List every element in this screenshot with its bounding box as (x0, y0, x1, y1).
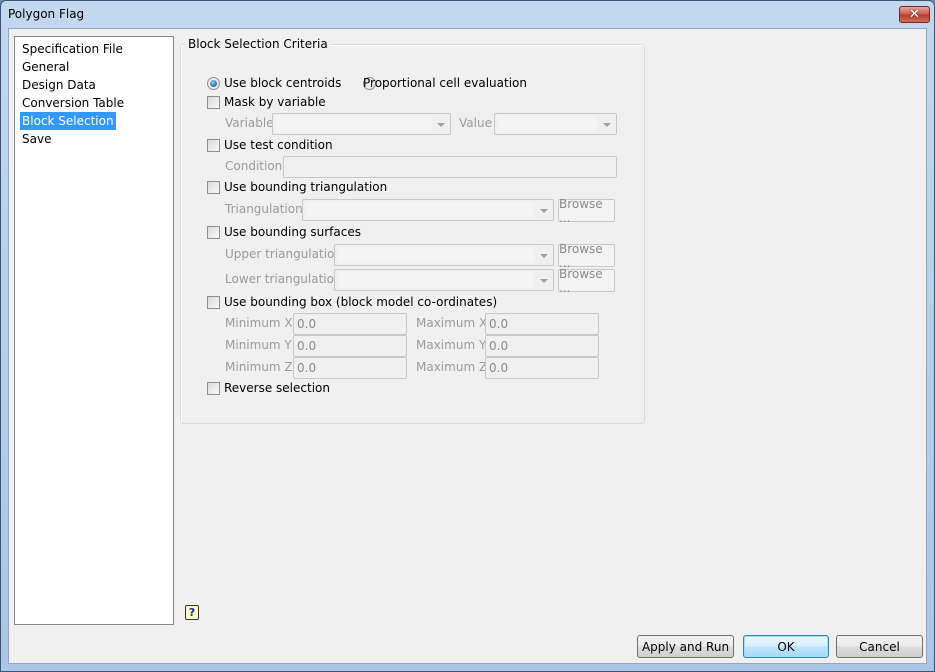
use-bounding-triangulation-checkbox[interactable] (207, 181, 220, 194)
upper-triangulation-label: Upper triangulation (225, 247, 342, 261)
value-value (497, 116, 598, 132)
upper-triangulation-value (337, 247, 535, 263)
minimum-z-label: Minimum Z (225, 360, 293, 374)
mask-by-variable-checkbox[interactable] (207, 96, 220, 109)
maximum-z-label: Maximum Z (416, 360, 488, 374)
close-button[interactable]: ✕ (899, 6, 930, 23)
use-bounding-triangulation-label[interactable]: Use bounding triangulation (224, 180, 387, 194)
maximum-y-input[interactable]: 0.0 (485, 335, 599, 357)
triangulation-value (305, 202, 535, 218)
upper-triangulation-browse-button[interactable]: Browse ... (558, 242, 615, 270)
title-bar[interactable]: Polygon Flag ✕ (1, 1, 934, 28)
page-list[interactable]: Specification File General Design Data C… (14, 36, 174, 625)
chevron-down-icon (540, 279, 548, 283)
maximum-z-input[interactable]: 0.0 (485, 357, 599, 379)
value-label: Value (459, 116, 492, 130)
nav-item-block-selection[interactable]: Block Selection (20, 112, 116, 130)
lower-triangulation-label: Lower triangulation (225, 272, 342, 286)
reverse-selection-label[interactable]: Reverse selection (224, 381, 330, 395)
lower-triangulation-dropdown[interactable] (334, 269, 554, 291)
variable-label: Variable (225, 116, 274, 130)
close-icon: ✕ (909, 7, 920, 22)
use-bounding-surfaces-label[interactable]: Use bounding surfaces (224, 225, 361, 239)
nav-item-specification-file[interactable]: Specification File (20, 40, 125, 58)
nav-item-conversion-table[interactable]: Conversion Table (20, 94, 126, 112)
minimum-y-label: Minimum Y (225, 338, 292, 352)
dialog-body: Specification File General Design Data C… (8, 28, 927, 664)
reverse-selection-checkbox[interactable] (207, 382, 220, 395)
condition-input[interactable] (283, 156, 617, 178)
minimum-x-input[interactable]: 0.0 (293, 313, 407, 335)
triangulation-browse-button[interactable]: Browse ... (558, 197, 615, 225)
radio-use-block-centroids[interactable] (207, 77, 220, 90)
use-bounding-box-label[interactable]: Use bounding box (block model co-ordinat… (224, 295, 497, 309)
lower-triangulation-value (337, 272, 535, 288)
variable-value (275, 116, 432, 132)
chevron-down-icon (540, 209, 548, 213)
value-dropdown[interactable] (494, 113, 617, 135)
nav-item-save[interactable]: Save (20, 130, 53, 148)
proportional-cell-evaluation-label[interactable]: Proportional cell evaluation (363, 76, 527, 90)
window-title: Polygon Flag (8, 7, 85, 21)
chevron-down-icon (603, 123, 611, 127)
variable-dropdown[interactable] (272, 113, 451, 135)
maximum-x-input[interactable]: 0.0 (485, 313, 599, 335)
condition-label: Condition (225, 159, 283, 173)
dialog-window: Polygon Flag ✕ Specification File Genera… (0, 0, 935, 672)
lower-triangulation-browse-button[interactable]: Browse ... (558, 267, 615, 295)
maximum-y-label: Maximum Y (416, 338, 487, 352)
triangulation-label: Triangulation (225, 202, 303, 216)
upper-triangulation-dropdown[interactable] (334, 244, 554, 266)
use-test-condition-label[interactable]: Use test condition (224, 138, 333, 152)
use-bounding-box-checkbox[interactable] (207, 296, 220, 309)
group-title: Block Selection Criteria (186, 37, 330, 51)
cancel-button[interactable]: Cancel (836, 635, 923, 658)
chevron-down-icon (437, 123, 445, 127)
use-bounding-surfaces-checkbox[interactable] (207, 226, 220, 239)
apply-and-run-button[interactable]: Apply and Run (637, 635, 734, 658)
minimum-x-label: Minimum X (225, 316, 293, 330)
chevron-down-icon (540, 254, 548, 258)
use-block-centroids-label[interactable]: Use block centroids (224, 76, 341, 90)
use-test-condition-checkbox[interactable] (207, 139, 220, 152)
mask-by-variable-label[interactable]: Mask by variable (224, 95, 326, 109)
help-icon[interactable]: ? (185, 605, 199, 620)
triangulation-dropdown[interactable] (302, 199, 554, 221)
minimum-z-input[interactable]: 0.0 (293, 357, 407, 379)
nav-item-design-data[interactable]: Design Data (20, 76, 98, 94)
maximum-x-label: Maximum X (416, 316, 488, 330)
ok-button[interactable]: OK (743, 635, 829, 658)
minimum-y-input[interactable]: 0.0 (293, 335, 407, 357)
nav-item-general[interactable]: General (20, 58, 71, 76)
